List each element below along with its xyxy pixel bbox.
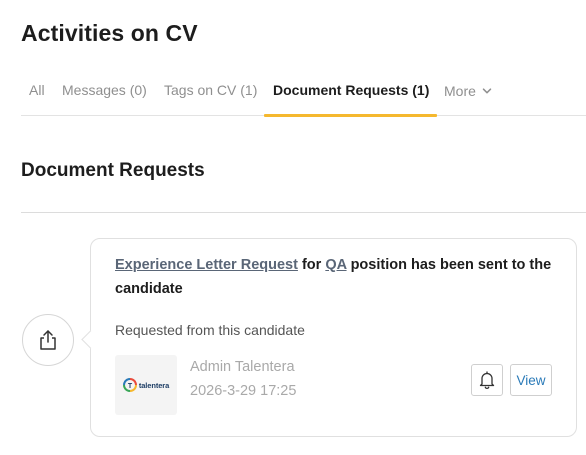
reminder-button[interactable] [471,364,503,396]
share-button[interactable] [22,314,74,366]
tab-document-requests[interactable]: Document Requests (1) [263,66,438,117]
view-button[interactable]: View [510,364,552,396]
section-title: Document Requests [21,160,205,181]
requested-from-text: Requested from this candidate [115,322,305,338]
headline-for-text: for [297,257,326,273]
activities-page: Activities on CV All Messages (0) Tags o… [0,0,586,455]
company-logo: T talentera [115,355,177,415]
position-link[interactable]: QA [325,257,346,273]
tab-all[interactable]: All [29,66,45,116]
admin-name: Admin Talentera [190,359,295,375]
section-divider [21,212,586,213]
share-upload-icon [40,330,56,350]
talentera-logo-icon: T [122,378,137,392]
request-link[interactable]: Experience Letter Request [115,257,298,273]
tab-messages[interactable]: Messages (0) [62,66,147,116]
tab-more[interactable]: More [444,66,492,116]
page-title: Activities on CV [21,20,198,46]
svg-text:T: T [128,383,133,390]
bell-icon [479,371,495,390]
tab-more-label: More [444,83,476,99]
activity-timestamp: 2026-3-29 17:25 [190,383,297,399]
logo-text: talentera [138,380,170,390]
activity-card: Experience Letter Request for QA positio… [90,238,577,437]
chevron-down-icon [482,88,492,94]
activity-headline: Experience Letter Request for QA positio… [115,253,555,301]
activity-tabs: All Messages (0) Tags on CV (1) Document… [21,66,586,117]
tab-tags-on-cv[interactable]: Tags on CV (1) [164,66,257,116]
